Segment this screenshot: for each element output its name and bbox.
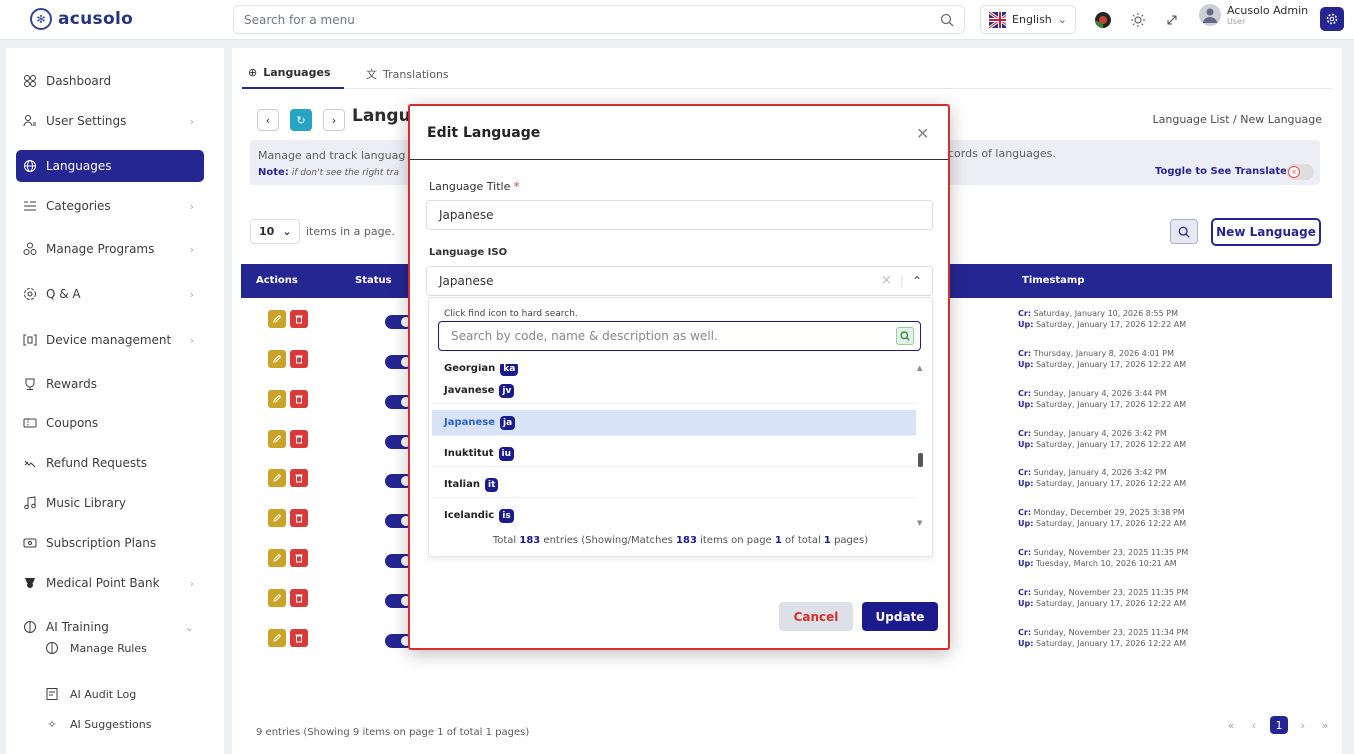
dropdown-search-placeholder: Search by code, name & description as we… bbox=[451, 329, 718, 343]
modal-title: Edit Language bbox=[427, 125, 541, 141]
scroll-up-arrow[interactable]: ▲ bbox=[917, 364, 922, 372]
chevron-up-icon[interactable]: ⌃ bbox=[912, 274, 922, 288]
scroll-down-arrow[interactable]: ▼ bbox=[917, 519, 922, 527]
iso-selected-value: Japanese bbox=[439, 274, 494, 288]
language-iso-select[interactable]: Japanese × | ⌃ bbox=[426, 266, 933, 296]
iso-option-iu[interactable]: Inuktitut iu bbox=[432, 441, 916, 467]
update-button[interactable]: Update bbox=[862, 602, 938, 631]
language-iso-label: Language ISO bbox=[429, 247, 508, 258]
option-name: Japanese bbox=[444, 417, 496, 428]
clear-icon[interactable]: × bbox=[881, 273, 892, 288]
hard-search-button[interactable] bbox=[896, 327, 914, 345]
language-title-input[interactable]: Japanese bbox=[426, 200, 933, 230]
search-icon bbox=[900, 331, 910, 341]
iso-option-ja[interactable]: Japanese ja bbox=[432, 410, 916, 436]
dropdown-total: Total 183 entries (Showing/Matches 183 i… bbox=[492, 535, 869, 546]
option-name: Javanese bbox=[444, 385, 495, 396]
dropdown-scrollbar-thumb[interactable] bbox=[918, 453, 923, 467]
option-code-badge: is bbox=[499, 508, 514, 523]
iso-option-is[interactable]: Icelandic is bbox=[432, 503, 916, 528]
modal-divider bbox=[410, 159, 948, 160]
cancel-button[interactable]: Cancel bbox=[779, 602, 853, 631]
option-name: Icelandic bbox=[444, 510, 495, 521]
option-name: Inuktitut bbox=[444, 448, 494, 459]
option-name: Italian bbox=[444, 479, 480, 490]
option-code-badge: jv bbox=[499, 383, 515, 398]
dropdown-search-input[interactable]: Search by code, name & description as we… bbox=[438, 321, 921, 351]
language-title-label: Language Title * bbox=[429, 180, 519, 193]
label-text: Language Title bbox=[429, 180, 511, 193]
iso-option-jv[interactable]: Javanese jv bbox=[432, 378, 916, 404]
option-code-badge: iu bbox=[498, 446, 514, 461]
iso-option-it[interactable]: Italian it bbox=[432, 472, 916, 498]
option-code-badge: it bbox=[484, 477, 499, 492]
option-code-badge: ja bbox=[500, 415, 516, 430]
close-icon[interactable]: ✕ bbox=[916, 124, 929, 143]
required-mark: * bbox=[513, 180, 520, 193]
dropdown-hint: Click find icon to hard search. bbox=[444, 309, 578, 319]
option-name: Georgian bbox=[444, 363, 496, 374]
